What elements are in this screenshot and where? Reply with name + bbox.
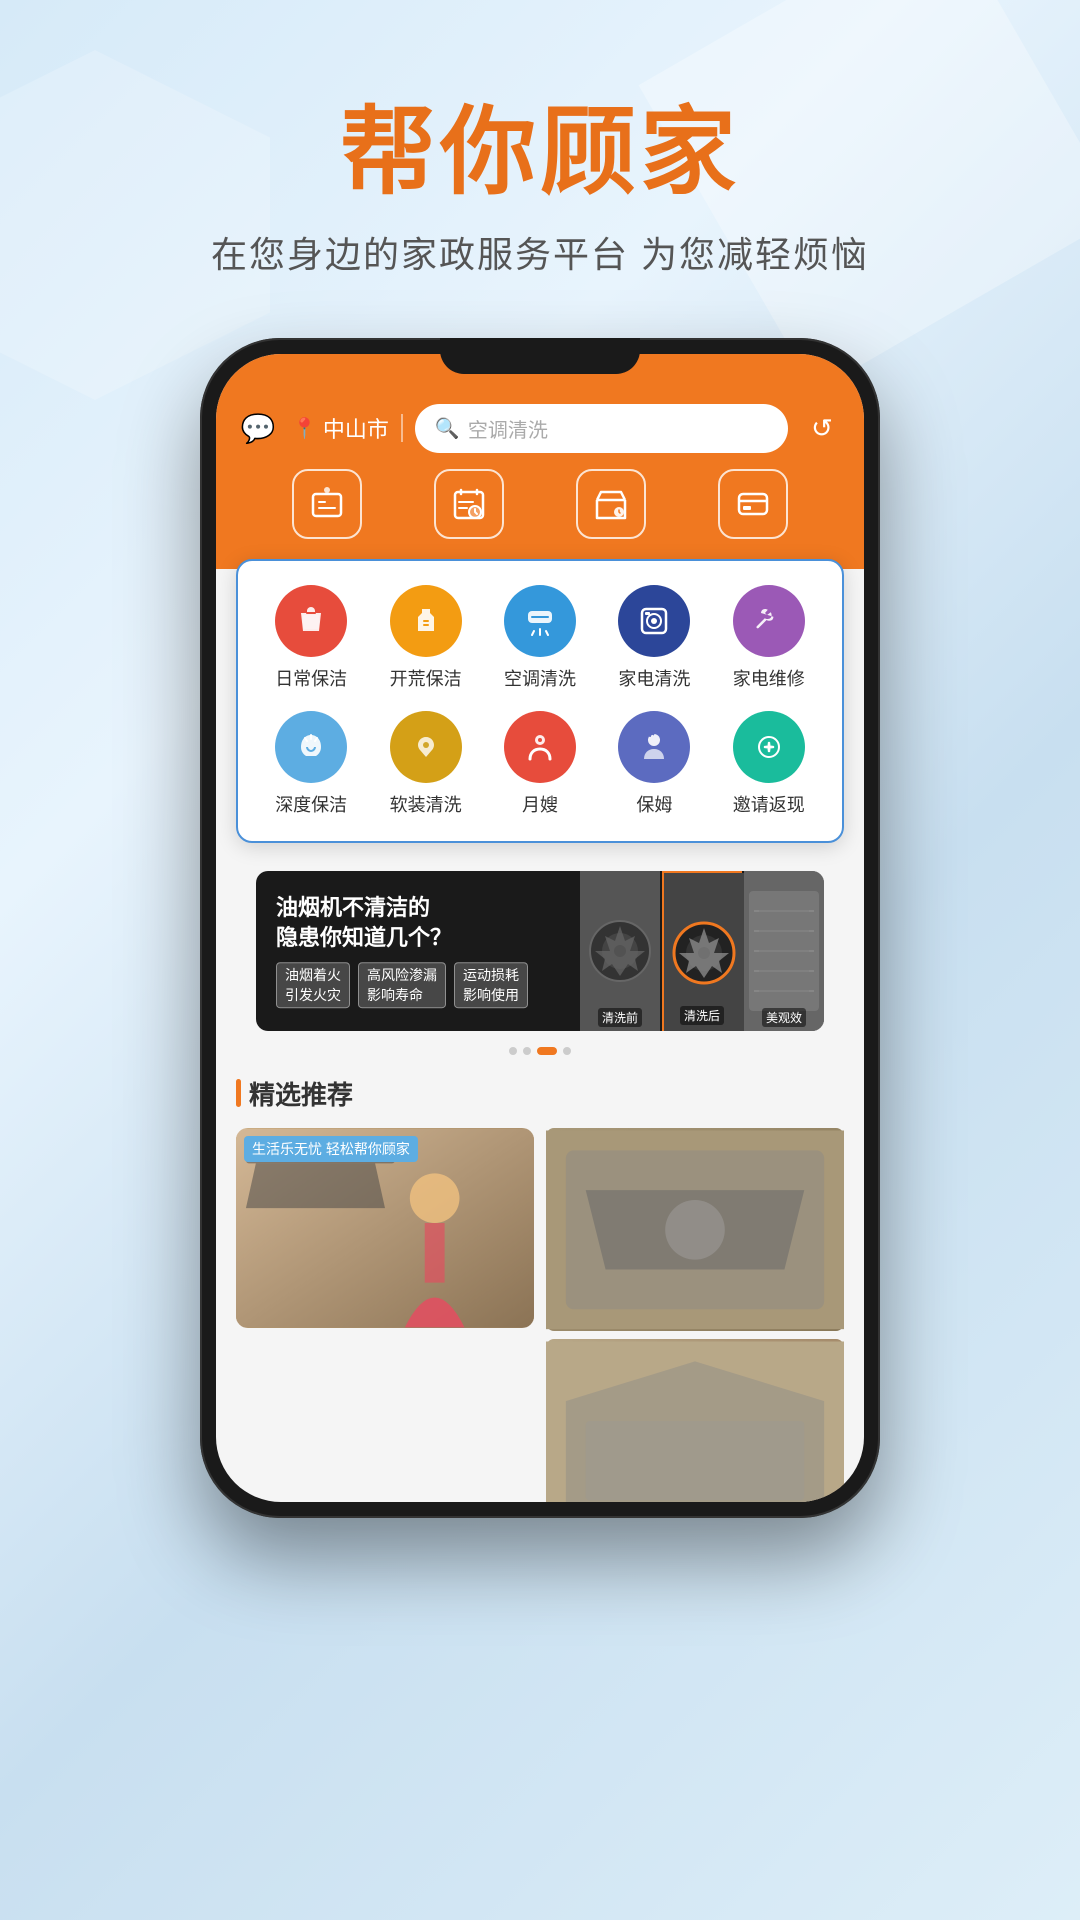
service-deep-clean[interactable]: 开荒保洁 bbox=[376, 585, 476, 691]
header-nav bbox=[236, 453, 844, 549]
banner-img-before: 清洗前 bbox=[580, 871, 660, 1031]
nav-item-daily[interactable] bbox=[292, 469, 362, 539]
service-label-daily-clean: 日常保洁 bbox=[275, 665, 347, 691]
banner-dots bbox=[236, 1047, 844, 1055]
service-icon-repair bbox=[733, 585, 805, 657]
service-deep-clean2[interactable]: 深度保洁 bbox=[261, 711, 361, 817]
promo-banner[interactable]: 油烟机不清洁的隐患你知道几个？ 油烟着火引发火灾 高风险渗漏影响寿命 运动损耗影… bbox=[256, 871, 824, 1031]
banner-img-after: 清洗后 bbox=[662, 871, 742, 1031]
service-repair[interactable]: 家电维修 bbox=[719, 585, 819, 691]
service-label-referral: 邀请返现 bbox=[733, 791, 805, 817]
section-title-text: 精选推荐 bbox=[249, 1075, 353, 1112]
search-placeholder: 空调清洗 bbox=[468, 414, 548, 443]
banner-tags: 油烟着火引发火灾 高风险渗漏影响寿命 运动损耗影响使用 bbox=[276, 962, 528, 1008]
service-categories: 日常保洁 开荒保洁 bbox=[236, 559, 844, 843]
rec-item-small-1[interactable] bbox=[546, 1128, 844, 1332]
service-icon-deep-clean bbox=[390, 585, 462, 657]
location-pin-icon: 📍 bbox=[292, 416, 317, 441]
service-label-babysitter: 保姆 bbox=[636, 791, 672, 817]
search-icon: 🔍 bbox=[435, 416, 460, 441]
phone-screen: 💬 📍 中山市 🔍 空调清洗 ↺ bbox=[216, 354, 864, 1502]
section-accent-bar bbox=[236, 1079, 241, 1107]
before-label: 清洗前 bbox=[598, 1008, 642, 1027]
dot-3 bbox=[537, 1047, 557, 1055]
banner-tag-2: 高风险渗漏影响寿命 bbox=[358, 962, 446, 1008]
rec-items-stack bbox=[546, 1128, 844, 1502]
service-icon-deep-clean2 bbox=[275, 711, 347, 783]
service-label-deep-clean: 开荒保洁 bbox=[390, 665, 462, 691]
nav-icon-store bbox=[576, 469, 646, 539]
banner-tag-1: 油烟着火引发火灾 bbox=[276, 962, 350, 1008]
service-soft-clean[interactable]: 软装清洗 bbox=[376, 711, 476, 817]
rec-item-main[interactable]: 生活乐无忧 轻松帮你顾家 bbox=[236, 1128, 534, 1328]
banner-title: 油烟机不清洁的隐患你知道几个？ bbox=[276, 893, 528, 955]
dot-4 bbox=[563, 1047, 571, 1055]
service-row-2: 深度保洁 软装清洗 bbox=[254, 711, 826, 817]
hero-subtitle: 在您身边的家政服务平台 为您减轻烦恼 bbox=[211, 226, 869, 278]
rec-label-main: 生活乐无忧 轻松帮你顾家 bbox=[244, 1136, 418, 1162]
recommendations-grid: 生活乐无忧 轻松帮你顾家 bbox=[236, 1128, 844, 1502]
rec-item-small-2[interactable] bbox=[546, 1339, 844, 1501]
banner-images: 清洗前 清 bbox=[580, 871, 824, 1031]
service-icon-referral bbox=[733, 711, 805, 783]
service-referral[interactable]: 邀请返现 bbox=[719, 711, 819, 817]
service-daily-clean[interactable]: 日常保洁 bbox=[261, 585, 361, 691]
header-divider bbox=[401, 414, 403, 442]
phone-notch bbox=[440, 338, 640, 374]
dot-2 bbox=[523, 1047, 531, 1055]
hero-title: 帮你顾家 bbox=[340, 100, 740, 206]
app-header: 💬 📍 中山市 🔍 空调清洗 ↺ bbox=[216, 354, 864, 569]
service-label-appliance-clean: 家电清洗 bbox=[618, 665, 690, 691]
after-label: 清洗后 bbox=[680, 1006, 724, 1025]
dot-1 bbox=[509, 1047, 517, 1055]
service-icon-ac-clean bbox=[504, 585, 576, 657]
result-label: 美观效 bbox=[762, 1008, 806, 1027]
service-icon-nanny bbox=[504, 711, 576, 783]
service-icon-babysitter bbox=[618, 711, 690, 783]
nav-icon-card bbox=[718, 469, 788, 539]
service-nanny[interactable]: 月嫂 bbox=[490, 711, 590, 817]
nav-icon-daily bbox=[292, 469, 362, 539]
service-icon-soft-clean bbox=[390, 711, 462, 783]
refresh-icon[interactable]: ↺ bbox=[800, 406, 844, 450]
banner-img-result: 美观效 bbox=[744, 871, 824, 1031]
service-label-nanny: 月嫂 bbox=[522, 791, 558, 817]
service-appliance-clean[interactable]: 家电清洗 bbox=[604, 585, 704, 691]
search-bar[interactable]: 🔍 空调清洗 bbox=[415, 404, 788, 453]
service-row-1: 日常保洁 开荒保洁 bbox=[254, 585, 826, 691]
banner-tag-3: 运动损耗影响使用 bbox=[454, 962, 528, 1008]
banner-text: 油烟机不清洁的隐患你知道几个？ 油烟着火引发火灾 高风险渗漏影响寿命 运动损耗影… bbox=[276, 893, 528, 1009]
service-label-ac-clean: 空调清洗 bbox=[504, 665, 576, 691]
service-babysitter[interactable]: 保姆 bbox=[604, 711, 704, 817]
nav-item-card[interactable] bbox=[718, 469, 788, 539]
service-label-repair: 家电维修 bbox=[733, 665, 805, 691]
service-label-soft-clean: 软装清洗 bbox=[390, 791, 462, 817]
service-icon-daily-clean bbox=[275, 585, 347, 657]
location-display[interactable]: 📍 中山市 bbox=[292, 412, 389, 444]
phone-mockup: 💬 📍 中山市 🔍 空调清洗 ↺ bbox=[200, 338, 880, 1518]
service-icon-appliance-clean bbox=[618, 585, 690, 657]
nav-icon-booking bbox=[434, 469, 504, 539]
phone-outer: 💬 📍 中山市 🔍 空调清洗 ↺ bbox=[200, 338, 880, 1518]
section-header: 精选推荐 bbox=[236, 1075, 844, 1112]
nav-item-booking[interactable] bbox=[434, 469, 504, 539]
location-text: 中山市 bbox=[323, 412, 389, 444]
service-ac-clean[interactable]: 空调清洗 bbox=[490, 585, 590, 691]
chat-icon[interactable]: 💬 bbox=[236, 406, 280, 450]
service-label-deep-clean2: 深度保洁 bbox=[275, 791, 347, 817]
nav-item-store[interactable] bbox=[576, 469, 646, 539]
